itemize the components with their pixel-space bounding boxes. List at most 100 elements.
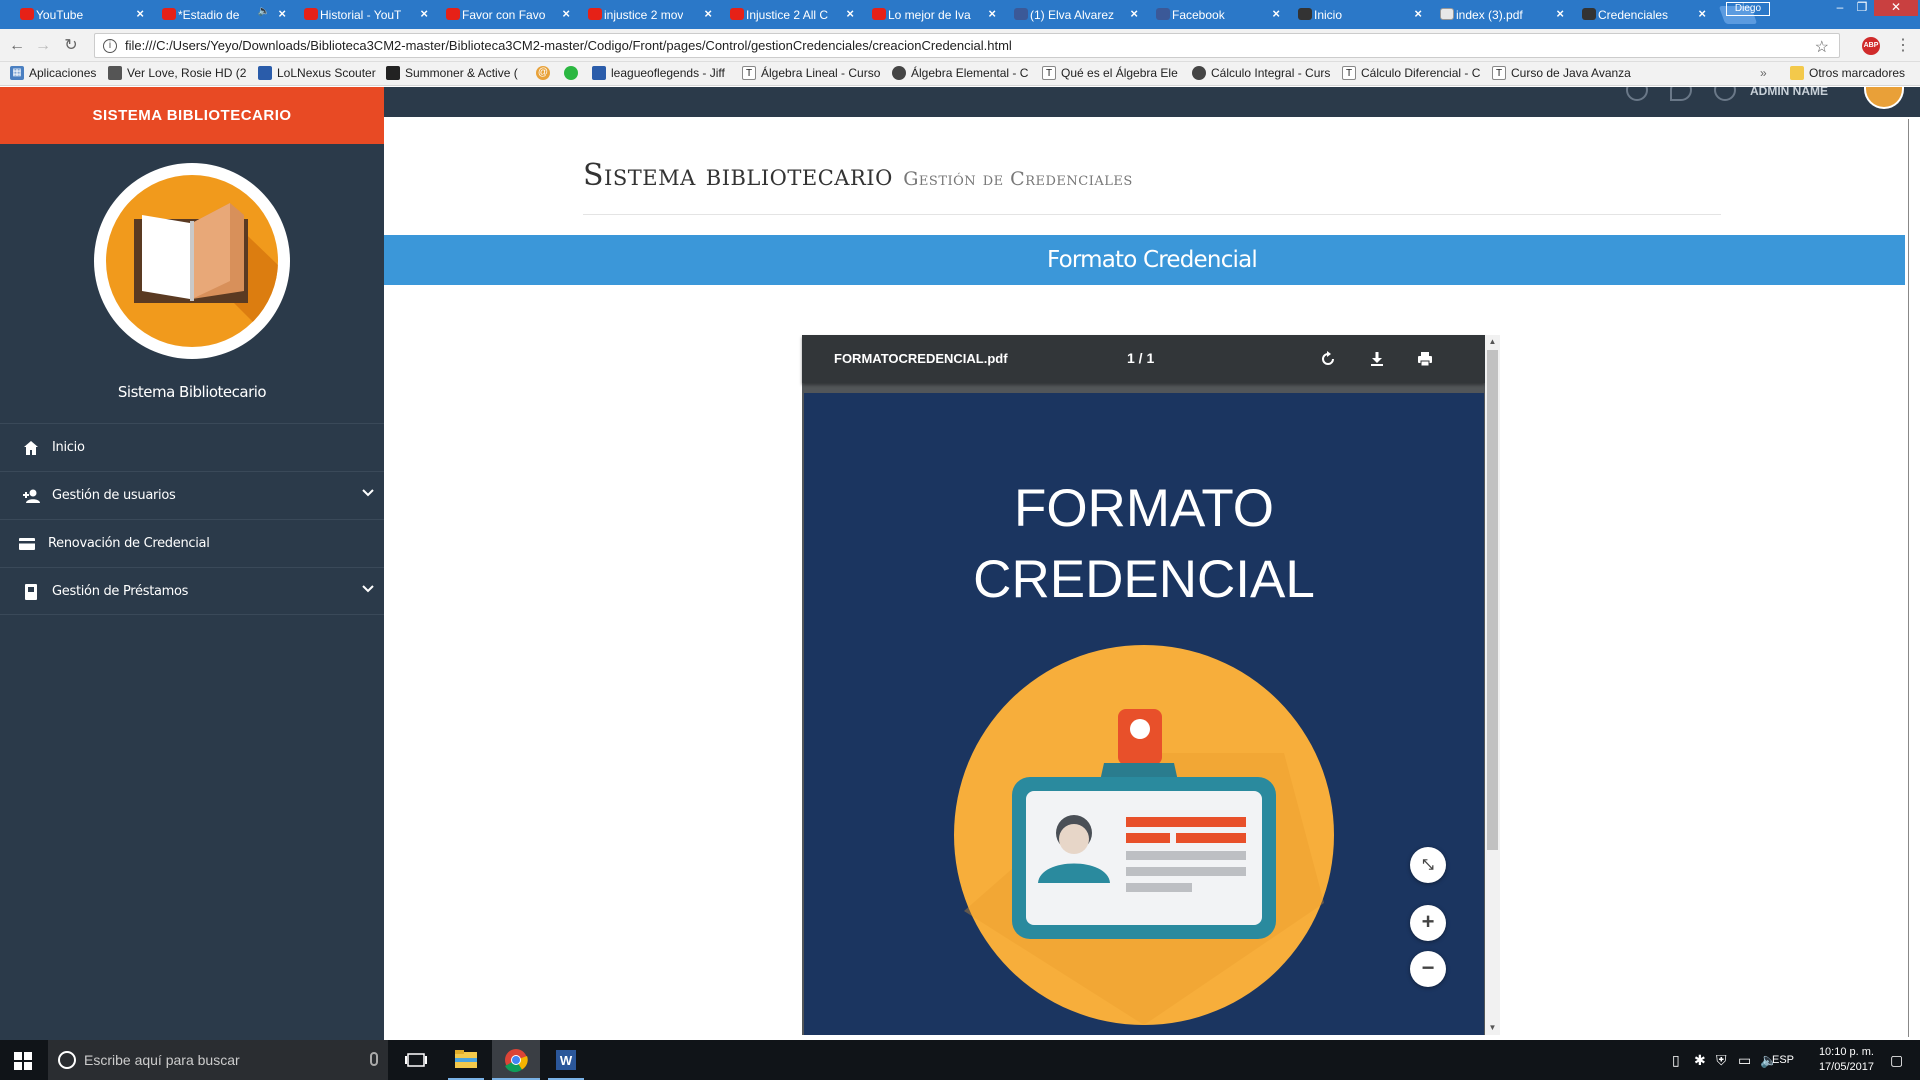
pdf-scrollbar[interactable]: ▲ ▼ <box>1485 335 1500 1035</box>
bookmark-lolnexus[interactable]: LoLNexus Scouter <box>258 66 376 80</box>
bookmark-otros[interactable]: Otros marcadores <box>1790 66 1905 80</box>
bookmark-algebra-elemental[interactable]: Álgebra Elemental - C <box>892 66 1030 80</box>
page-scrollbar-thumb[interactable] <box>1908 119 1909 1037</box>
tab-inicio[interactable]: Inicio × <box>1292 0 1426 29</box>
tab-favor[interactable]: Favor con Favo × <box>440 0 574 29</box>
pdf-page-indicator[interactable]: 1 / 1 <box>1127 350 1154 366</box>
tab-lo-mejor[interactable]: Lo mejor de Iva × <box>866 0 1000 29</box>
close-icon[interactable]: × <box>1130 6 1138 21</box>
section-banner: Formato Credencial <box>384 235 1920 285</box>
pdf-scrollbar-thumb[interactable] <box>1487 350 1498 850</box>
network-icon[interactable]: ✱ <box>1694 1052 1706 1069</box>
shield-icon[interactable]: ⛨ <box>1716 1052 1727 1069</box>
tab-historial[interactable]: Historial - YouT × <box>298 0 432 29</box>
task-view-button[interactable] <box>392 1040 440 1080</box>
sidebar-item-gestion-usuarios[interactable]: Gestión de usuarios <box>0 471 384 519</box>
info-icon[interactable] <box>1626 87 1648 101</box>
close-icon[interactable]: × <box>1556 6 1564 21</box>
zoom-in-icon[interactable]: + <box>1410 905 1446 941</box>
menu-icon[interactable]: ⋮ <box>1895 35 1911 55</box>
usb-icon[interactable]: ▯ <box>1672 1052 1680 1069</box>
scroll-down-icon[interactable]: ▼ <box>1488 1023 1497 1032</box>
tab-label: injustice 2 mov <box>604 7 684 22</box>
more-bookmarks-button[interactable]: » <box>1760 66 1767 80</box>
back-icon[interactable]: ← <box>6 35 28 57</box>
info-icon[interactable]: i <box>103 38 117 53</box>
notifications-icon[interactable]: ▢ <box>1890 1052 1903 1069</box>
print-icon[interactable] <box>1415 349 1435 369</box>
bookmark-at[interactable]: @ <box>536 66 555 80</box>
scroll-up-icon[interactable]: ▲ <box>1488 337 1497 346</box>
tab-estadio[interactable]: *Estadio de 🔈 × <box>156 0 290 29</box>
close-icon[interactable]: × <box>988 6 996 21</box>
bookmark-leagueoflegends[interactable]: leagueoflegends - Jiff <box>592 66 732 80</box>
window-close-icon[interactable]: ✕ <box>1874 0 1918 16</box>
bookmark-summoner[interactable]: Summoner & Active ( <box>386 66 526 80</box>
sidebar-item-label: Inicio <box>52 440 85 455</box>
bookmark-label: Curso de Java Avanza <box>1511 66 1631 80</box>
bookmark-love-rosie[interactable]: Ver Love, Rosie HD (2( <box>108 66 246 80</box>
logo <box>94 163 290 359</box>
chevron-down-icon[interactable] <box>360 485 376 501</box>
sidebar-item-inicio[interactable]: Inicio <box>0 423 384 471</box>
windows-start-icon[interactable] <box>14 1052 32 1070</box>
tab-injustice-all[interactable]: Injustice 2 All C × <box>724 0 858 29</box>
search-icon[interactable] <box>1670 87 1692 101</box>
tab-index-pdf[interactable]: index (3).pdf × <box>1434 0 1568 29</box>
bookmark-calculo-diferencial[interactable]: T Cálculo Diferencial - C <box>1342 66 1482 80</box>
file-explorer-button[interactable] <box>442 1040 490 1080</box>
sidebar-item-renovacion[interactable]: Renovación de Credencial <box>0 519 384 567</box>
close-icon[interactable]: × <box>1698 6 1706 21</box>
microphone-icon[interactable] <box>370 1052 378 1066</box>
fit-page-icon[interactable]: ⤡ <box>1410 847 1446 883</box>
taskbar-search[interactable]: Escribe aquí para buscar <box>48 1040 388 1080</box>
close-icon[interactable]: × <box>1414 6 1422 21</box>
restore-icon[interactable]: ❐ <box>1848 0 1876 16</box>
download-icon[interactable] <box>1367 349 1387 369</box>
close-icon[interactable]: × <box>136 6 144 21</box>
pdf-heading-line1: FORMATO <box>1013 479 1275 538</box>
close-icon[interactable]: × <box>278 6 286 21</box>
url-input[interactable]: i file:///C:/Users/Yeyo/Downloads/Biblio… <box>94 33 1840 58</box>
admin-name[interactable]: ADMIN NAME <box>1750 87 1828 98</box>
tab-credenciales[interactable]: Credenciales × <box>1576 0 1710 29</box>
bookmark-whatsapp[interactable] <box>564 66 583 80</box>
audio-icon[interactable]: 🔈 <box>258 6 270 17</box>
bookmark-apps[interactable]: ▦ Aplicaciones <box>10 66 96 80</box>
zoom-out-icon[interactable]: − <box>1410 951 1446 987</box>
sidebar-item-prestamos[interactable]: Gestión de Préstamos <box>0 567 384 615</box>
page-scrollbar[interactable] <box>1905 117 1920 1040</box>
rotate-icon[interactable] <box>1318 349 1338 369</box>
bookmark-calculo-integral[interactable]: Cálculo Integral - Curs <box>1192 66 1330 80</box>
tab-facebook[interactable]: Facebook × <box>1150 0 1284 29</box>
bookmark-label: Qué es el Álgebra Ele <box>1061 66 1178 80</box>
close-icon[interactable]: × <box>562 6 570 21</box>
word-taskbar-button[interactable]: W <box>542 1040 590 1080</box>
bookmark-algebra-lineal[interactable]: T Álgebra Lineal - Curso <box>742 66 882 80</box>
reload-icon[interactable]: ↻ <box>60 35 82 57</box>
chevron-down-icon[interactable] <box>360 581 376 597</box>
battery-icon[interactable]: ▭ <box>1738 1052 1751 1069</box>
bookmark-que-es-algebra[interactable]: T Qué es el Álgebra Ele <box>1042 66 1180 80</box>
avatar[interactable] <box>1864 87 1904 109</box>
tab-youtube[interactable]: YouTube × <box>14 0 148 29</box>
tab-injustice-mov[interactable]: injustice 2 mov × <box>582 0 716 29</box>
home-icon <box>24 441 38 455</box>
tab-elva[interactable]: (1) Elva Alvarez × <box>1008 0 1142 29</box>
profile-button[interactable]: Diego <box>1726 2 1770 16</box>
close-icon[interactable]: × <box>704 6 712 21</box>
adblock-icon[interactable]: ABP <box>1862 37 1880 55</box>
close-icon[interactable]: × <box>420 6 428 21</box>
forward-icon[interactable]: → <box>32 35 54 57</box>
bookmark-java[interactable]: T Curso de Java Avanza <box>1492 66 1632 80</box>
close-icon[interactable]: × <box>1272 6 1280 21</box>
language-indicator[interactable]: ESP <box>1772 1054 1794 1066</box>
clock[interactable]: 10:10 p. m. 17/05/2017 <box>1819 1045 1874 1075</box>
page-icon <box>1298 8 1312 20</box>
close-icon[interactable]: × <box>846 6 854 21</box>
bookmark-star-icon[interactable]: ☆ <box>1815 37 1829 57</box>
tab-label: Favor con Favo <box>462 7 546 22</box>
chrome-taskbar-button[interactable] <box>492 1040 540 1080</box>
power-icon[interactable] <box>1714 87 1736 101</box>
tab-label: Historial - YouT <box>320 7 402 22</box>
